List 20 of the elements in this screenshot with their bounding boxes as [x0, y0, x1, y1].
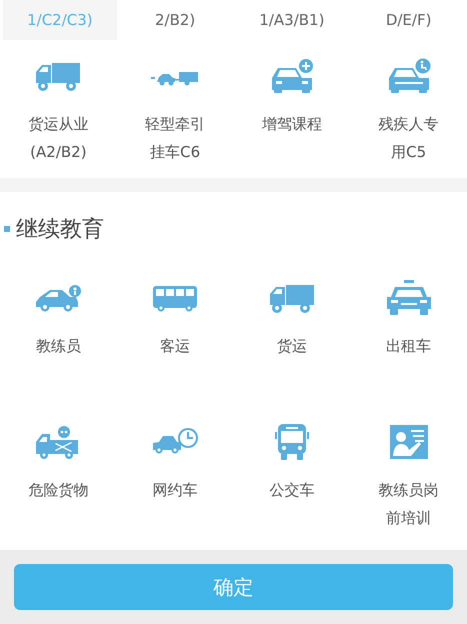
option-label[interactable]: 危险货物: [28, 476, 88, 504]
section-title: 继续教育: [16, 216, 104, 244]
bus-icon[interactable]: [274, 422, 310, 462]
id-card-icon[interactable]: [388, 422, 429, 462]
option-label[interactable]: 货运从业 (A2/B2): [28, 110, 88, 166]
option-label[interactable]: 网约车: [152, 476, 198, 504]
option-label[interactable]: 残疾人专 用C5: [378, 110, 439, 166]
category-tab[interactable]: D/E/F): [350, 0, 467, 40]
option-label[interactable]: 教练员: [36, 332, 81, 360]
option-label[interactable]: 出租车: [386, 332, 432, 360]
category-tab[interactable]: 2/B2): [116, 0, 234, 40]
option-label[interactable]: 增驾课程: [262, 110, 322, 138]
option-label[interactable]: 货运: [276, 332, 307, 360]
section-marker-icon: [4, 226, 10, 232]
option-label[interactable]: 教练员岗 前培训: [378, 476, 439, 532]
taxi-icon[interactable]: [384, 278, 433, 318]
category-tab[interactable]: 1/A3/B1): [234, 0, 350, 40]
option-label[interactable]: 公交车: [269, 476, 314, 504]
option-label[interactable]: 轻型牵引 挂车C6: [145, 110, 206, 166]
option-label[interactable]: 客运: [160, 332, 190, 360]
